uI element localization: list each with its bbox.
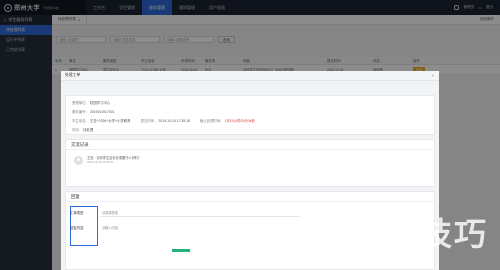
watermark: 软件技巧 — [352, 215, 489, 253]
history-time: 2019-10-15 17:35:18 — [87, 160, 113, 165]
unit-value: 校园学习中心 — [89, 101, 111, 105]
reply-content-input[interactable]: 请输入内容 — [102, 225, 118, 230]
student-value: 王亚+3786+大学+小学教育 — [89, 119, 131, 123]
history-title: 交流记录 — [66, 140, 434, 150]
submit-button[interactable] — [172, 249, 190, 252]
status-label: 状态： — [72, 128, 83, 132]
unit-label: 受理单位： — [72, 101, 89, 105]
modal-title: 处理工单 — [65, 73, 81, 77]
student-label: 学生信息： — [72, 119, 89, 123]
reply-title: 回复 — [66, 192, 434, 202]
divider — [100, 216, 300, 217]
history-entry: 王亚：请问学生证补办需要什么材料？ 2019-10-15 17:35:18 — [66, 150, 434, 171]
deadline-countdown: 1天23小时03分04秒 — [224, 119, 255, 123]
deadline-label: 截止处理时间： — [199, 119, 224, 123]
unit-row: 受理单位： 校园学习中心 — [72, 100, 428, 105]
code-label: 服务编号： — [72, 110, 89, 114]
apply-time-value: 2019-10-15 17:35:18 — [158, 119, 190, 123]
ticket-type-select[interactable]: 请选择类别 — [102, 210, 118, 215]
detail-row: 学生信息： 王亚+3786+大学+小学教育 提交时间： 2019-10-15 1… — [72, 118, 428, 123]
reply-content-label: 回复内容 — [70, 226, 84, 230]
close-icon[interactable]: × — [431, 73, 434, 78]
avatar — [74, 156, 83, 165]
modal-header: 处理工单 × — [61, 71, 439, 81]
history-section: 交流记录 王亚：请问学生证补办需要什么材料？ 2019-10-15 17:35:… — [65, 139, 435, 187]
apply-time-label: 提交时间： — [140, 119, 158, 123]
ticket-info-card: 受理单位： 校园学习中心 服务编号： 2019101517001 学生信息： 王… — [65, 95, 435, 135]
code-value: 2019101517001 — [89, 110, 115, 114]
code-row: 服务编号： 2019101517001 — [72, 109, 428, 114]
status-value: 待处理 — [83, 128, 94, 132]
ticket-type-label: 工单类型 — [70, 211, 84, 215]
status-row: 状态： 待处理 — [72, 127, 428, 132]
